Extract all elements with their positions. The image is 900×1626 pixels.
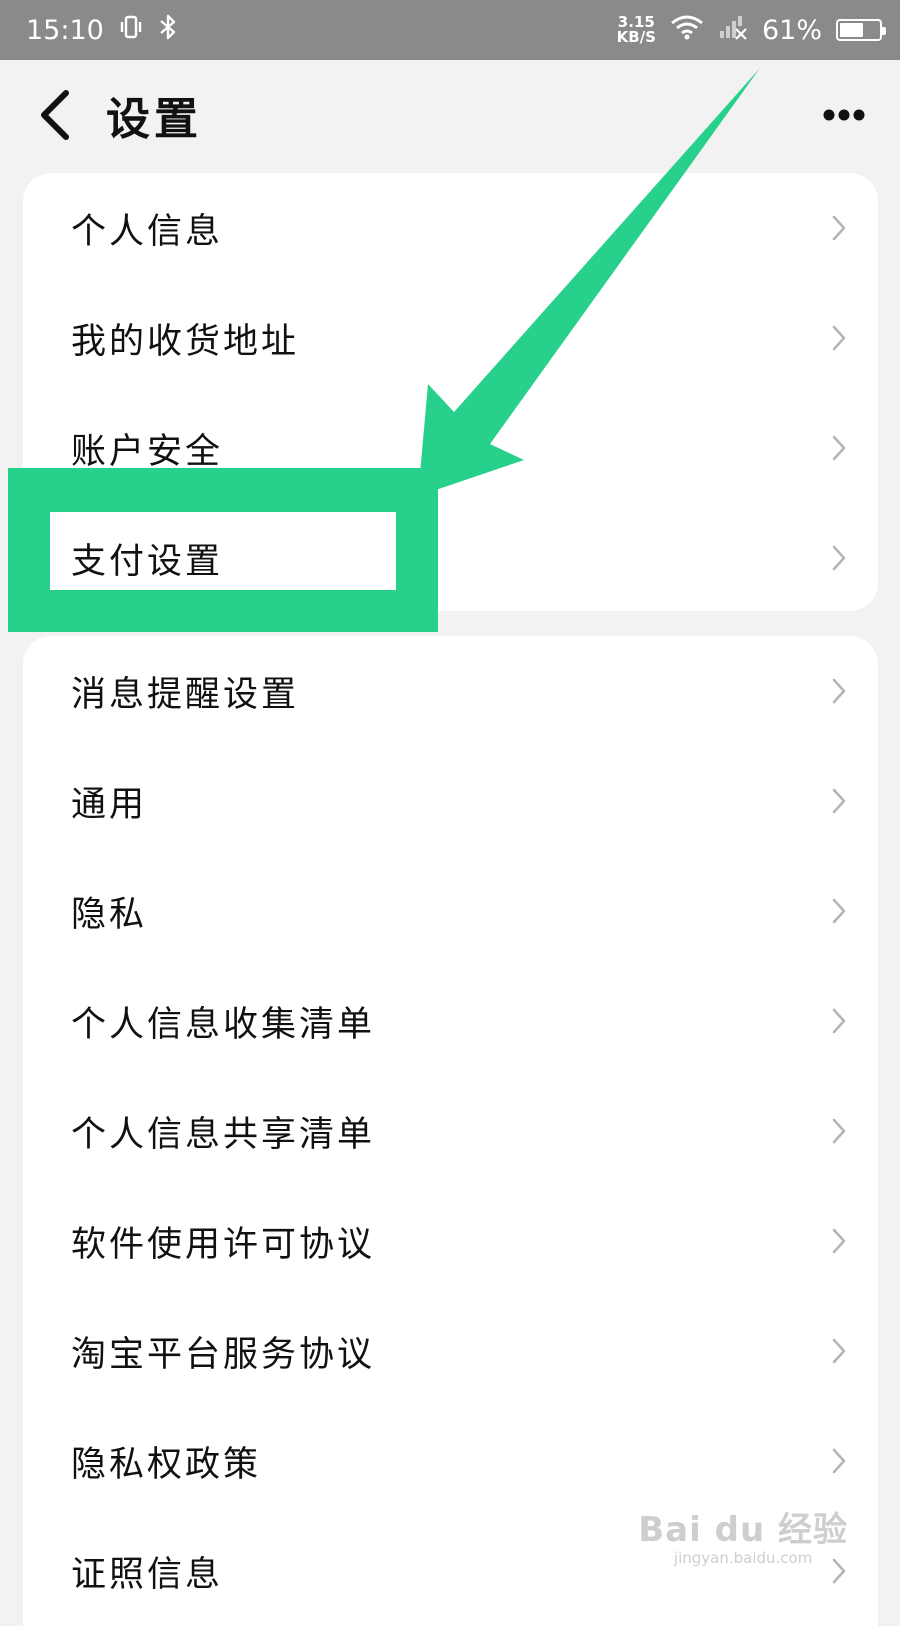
chevron-right-icon bbox=[830, 1116, 848, 1146]
menu-item-label: 隐私 bbox=[71, 894, 148, 935]
chevron-right-icon bbox=[830, 1336, 848, 1366]
vibrate-icon bbox=[118, 14, 144, 47]
wifi-icon bbox=[670, 14, 704, 47]
menu-item-label: 软件使用许可协议 bbox=[71, 1224, 376, 1265]
chevron-right-icon bbox=[830, 213, 848, 243]
menu-item-general[interactable]: 通用 bbox=[23, 746, 878, 856]
status-right: 3.15 KB/S 61% bbox=[617, 14, 886, 47]
chevron-right-icon bbox=[830, 786, 848, 816]
battery-text: 61% bbox=[761, 14, 822, 46]
menu-item-label: 证照信息 bbox=[71, 1554, 224, 1595]
chevron-right-icon bbox=[830, 433, 848, 463]
watermark: Bai du 经验 jingyan.baidu.com bbox=[638, 1502, 848, 1567]
menu-item-personal-info[interactable]: 个人信息 bbox=[23, 173, 878, 283]
menu-item-label: 支付设置 bbox=[71, 541, 224, 582]
menu-item-label: 账户安全 bbox=[71, 431, 224, 472]
settings-group-general: 消息提醒设置 通用 隐私 个人信息收集清单 个人信息共享清单 软件使用许可协议 bbox=[23, 636, 878, 1626]
chevron-right-icon bbox=[830, 323, 848, 353]
menu-item-software-license[interactable]: 软件使用许可协议 bbox=[23, 1186, 878, 1296]
menu-item-label: 个人信息收集清单 bbox=[71, 1004, 376, 1045]
chevron-right-icon bbox=[830, 1006, 848, 1036]
bluetooth-icon bbox=[158, 13, 178, 48]
menu-item-label: 隐私权政策 bbox=[71, 1444, 262, 1485]
watermark-url: jingyan.baidu.com bbox=[673, 1549, 813, 1567]
menu-item-info-collection-list[interactable]: 个人信息收集清单 bbox=[23, 966, 878, 1076]
menu-item-privacy[interactable]: 隐私 bbox=[23, 856, 878, 966]
chevron-right-icon bbox=[830, 676, 848, 706]
chevron-right-icon bbox=[830, 1446, 848, 1476]
menu-item-payment-settings[interactable]: 支付设置 bbox=[23, 503, 878, 611]
page-title: 设置 bbox=[106, 94, 202, 145]
menu-item-label: 通用 bbox=[71, 784, 148, 825]
chevron-right-icon bbox=[830, 896, 848, 926]
menu-item-label: 我的收货地址 bbox=[71, 321, 300, 362]
menu-item-label: 个人信息共享清单 bbox=[71, 1114, 376, 1155]
signal-off-icon bbox=[718, 14, 748, 47]
settings-group-account: 个人信息 我的收货地址 账户安全 支付设置 bbox=[23, 173, 878, 611]
menu-item-info-sharing-list[interactable]: 个人信息共享清单 bbox=[23, 1076, 878, 1186]
back-chevron-icon[interactable] bbox=[38, 89, 72, 141]
battery-level-fill bbox=[840, 23, 864, 37]
network-speed: 3.15 KB/S bbox=[617, 15, 656, 45]
menu-item-notification-settings[interactable]: 消息提醒设置 bbox=[23, 636, 878, 746]
menu-item-shipping-address[interactable]: 我的收货地址 bbox=[23, 283, 878, 393]
more-dots-icon[interactable] bbox=[820, 95, 868, 135]
header-left: 设置 bbox=[38, 83, 202, 147]
menu-item-label: 淘宝平台服务协议 bbox=[71, 1334, 376, 1375]
page-header: 设置 bbox=[0, 60, 900, 170]
network-speed-unit: KB/S bbox=[616, 28, 656, 46]
chevron-right-icon bbox=[830, 1226, 848, 1256]
menu-item-account-security[interactable]: 账户安全 bbox=[23, 393, 878, 503]
watermark-brand: Bai du 经验 bbox=[638, 1510, 848, 1550]
menu-item-privacy-policy[interactable]: 隐私权政策 bbox=[23, 1406, 878, 1516]
menu-item-platform-agreement[interactable]: 淘宝平台服务协议 bbox=[23, 1296, 878, 1406]
menu-item-label: 个人信息 bbox=[71, 211, 224, 252]
menu-item-label: 消息提醒设置 bbox=[71, 674, 300, 715]
status-time: 15:10 bbox=[26, 14, 104, 46]
status-left: 15:10 bbox=[26, 13, 178, 48]
status-bar: 15:10 3.15 KB/S 61% bbox=[0, 0, 900, 60]
battery-icon bbox=[836, 19, 886, 41]
chevron-right-icon bbox=[830, 543, 848, 573]
